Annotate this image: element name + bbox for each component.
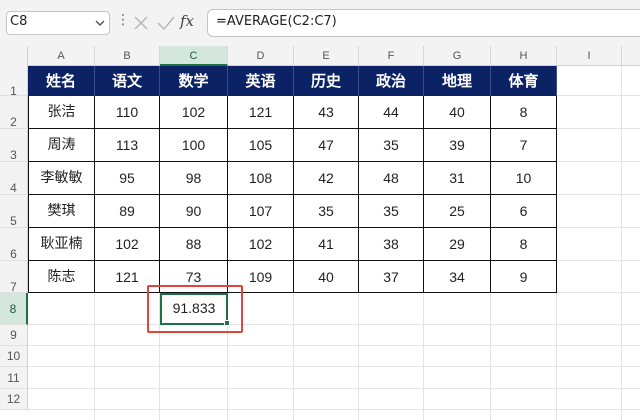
- table-header-cell[interactable]: 语文: [95, 66, 160, 96]
- table-cell[interactable]: 44: [359, 96, 424, 129]
- table-cell[interactable]: 105: [228, 129, 294, 162]
- column-header-h[interactable]: H: [491, 46, 557, 66]
- table-cell[interactable]: 107: [228, 195, 294, 228]
- table-header-cell[interactable]: 体育: [491, 66, 557, 96]
- insert-function-icon[interactable]: fx: [180, 12, 194, 30]
- row-header-2[interactable]: 2: [0, 96, 28, 129]
- column-header-g[interactable]: G: [424, 46, 491, 66]
- formula-text: =AVERAGE(C2:C7): [216, 14, 337, 29]
- gridline: [28, 366, 640, 367]
- table-cell[interactable]: 121: [228, 96, 294, 129]
- name-box-value: C8: [10, 14, 28, 29]
- table-cell[interactable]: 31: [424, 162, 491, 195]
- table-cell[interactable]: 89: [95, 195, 160, 228]
- table-header-cell[interactable]: 历史: [294, 66, 359, 96]
- row-header-4[interactable]: 4: [0, 162, 28, 195]
- table-cell[interactable]: 陈志: [28, 261, 95, 293]
- table-cell[interactable]: 39: [424, 129, 491, 162]
- column-header-a[interactable]: A: [28, 46, 95, 66]
- table-cell[interactable]: 周涛: [28, 129, 95, 162]
- table-cell[interactable]: 37: [359, 261, 424, 293]
- row-header-6[interactable]: 6: [0, 228, 28, 261]
- table-cell[interactable]: 34: [424, 261, 491, 293]
- table-cell[interactable]: 樊琪: [28, 195, 95, 228]
- x-icon[interactable]: [132, 14, 150, 32]
- table-cell[interactable]: 95: [95, 162, 160, 195]
- row-header-9[interactable]: 9: [0, 325, 28, 346]
- table-cell[interactable]: 88: [160, 228, 228, 261]
- row-header-10[interactable]: 10: [0, 346, 28, 367]
- table-cell[interactable]: 48: [359, 162, 424, 195]
- table-cell[interactable]: 100: [160, 129, 228, 162]
- table-cell[interactable]: 38: [359, 228, 424, 261]
- table-cell[interactable]: 102: [95, 228, 160, 261]
- gridline: [28, 324, 640, 325]
- table-cell[interactable]: 35: [294, 195, 359, 228]
- table-cell[interactable]: 40: [424, 96, 491, 129]
- highlight-box: [147, 285, 243, 333]
- column-header-e[interactable]: E: [294, 46, 359, 66]
- table-cell[interactable]: 7: [491, 129, 557, 162]
- gridline: [28, 388, 640, 389]
- table-cell[interactable]: 25: [424, 195, 491, 228]
- table-cell[interactable]: 10: [491, 162, 557, 195]
- table-cell[interactable]: 张洁: [28, 96, 95, 129]
- table-cell[interactable]: 113: [95, 129, 160, 162]
- column-header-f[interactable]: F: [359, 46, 424, 66]
- table-cell[interactable]: 102: [228, 228, 294, 261]
- row-header-3[interactable]: 3: [0, 129, 28, 162]
- table-cell[interactable]: 108: [228, 162, 294, 195]
- select-all-corner[interactable]: [0, 46, 28, 66]
- column-header-i[interactable]: I: [557, 46, 622, 66]
- table-cell[interactable]: 35: [359, 195, 424, 228]
- table-header-cell[interactable]: 数学: [160, 66, 228, 96]
- check-icon[interactable]: [156, 14, 176, 32]
- column-header-d[interactable]: D: [228, 46, 294, 66]
- table-cell[interactable]: 102: [160, 96, 228, 129]
- table-cell[interactable]: 8: [491, 96, 557, 129]
- table-cell[interactable]: 8: [491, 228, 557, 261]
- row-header-7[interactable]: 7: [0, 261, 28, 294]
- column-header-c[interactable]: C: [160, 46, 228, 66]
- table-cell[interactable]: 40: [294, 261, 359, 293]
- table-cell[interactable]: 90: [160, 195, 228, 228]
- table-header-cell[interactable]: 英语: [228, 66, 294, 96]
- table-cell[interactable]: 29: [424, 228, 491, 261]
- table-cell[interactable]: 110: [95, 96, 160, 129]
- table-cell[interactable]: 9: [491, 261, 557, 293]
- table-header-cell[interactable]: 政治: [359, 66, 424, 96]
- gridline: [28, 409, 640, 410]
- row-header-11[interactable]: 11: [0, 367, 28, 389]
- table-cell[interactable]: 42: [294, 162, 359, 195]
- table-cell[interactable]: 41: [294, 228, 359, 261]
- row-header-12[interactable]: 12: [0, 389, 28, 410]
- row-header-8[interactable]: 8: [0, 293, 28, 325]
- column-header-b[interactable]: B: [95, 46, 160, 66]
- gridline: [28, 345, 640, 346]
- more-options-icon[interactable]: ⋮: [116, 12, 130, 28]
- table-header-cell[interactable]: 地理: [424, 66, 491, 96]
- gridline: [621, 66, 622, 420]
- table-cell[interactable]: 6: [491, 195, 557, 228]
- chevron-down-icon[interactable]: [94, 17, 106, 29]
- table-cell[interactable]: 李敏敏: [28, 162, 95, 195]
- table-cell[interactable]: 43: [294, 96, 359, 129]
- table-cell[interactable]: 耿亚楠: [28, 228, 95, 261]
- table-cell[interactable]: 35: [359, 129, 424, 162]
- table-cell[interactable]: 47: [294, 129, 359, 162]
- table-header-cell[interactable]: 姓名: [28, 66, 95, 96]
- row-header-5[interactable]: 5: [0, 195, 28, 228]
- table-cell[interactable]: 98: [160, 162, 228, 195]
- row-header-1[interactable]: 1: [0, 66, 28, 98]
